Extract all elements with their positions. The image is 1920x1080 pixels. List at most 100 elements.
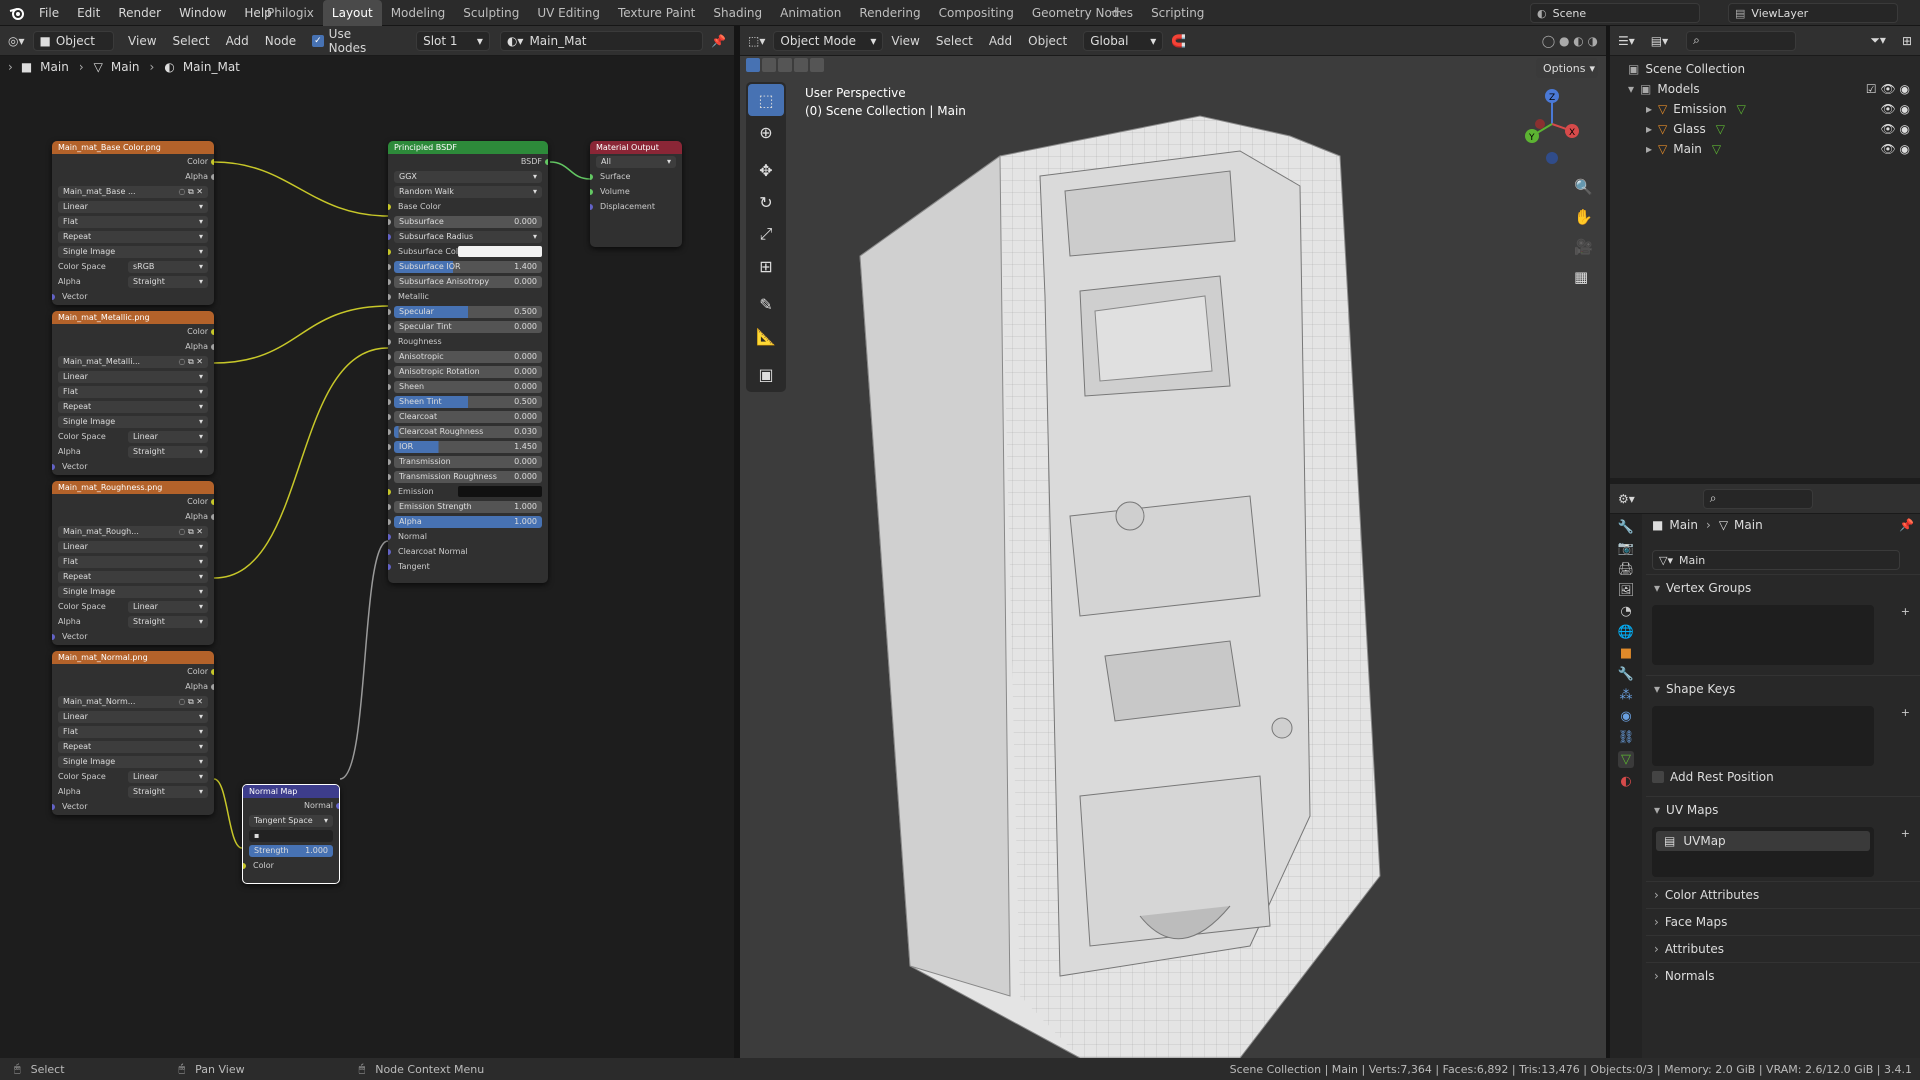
list-box[interactable] <box>1652 706 1874 766</box>
input-dropdown[interactable]: Subsurface Radius ▾ <box>394 230 542 243</box>
zoom-icon[interactable]: 🔍 <box>1574 178 1593 196</box>
rotate-tool[interactable]: ↻ <box>748 186 784 218</box>
color-output-socket[interactable] <box>211 158 214 165</box>
input-socket[interactable] <box>388 353 391 360</box>
list-box[interactable]: ▤ UVMap <box>1652 827 1874 877</box>
input-slider[interactable]: Subsurface IOR 1.400 <box>394 260 542 273</box>
normal-output-socket[interactable] <box>336 802 339 809</box>
select-mode-icons[interactable] <box>746 58 824 72</box>
add-item-icon[interactable]: + <box>1901 827 1910 840</box>
camera-icon[interactable]: 🎥 <box>1574 238 1593 256</box>
workspace-tab-shading[interactable]: Shading <box>704 0 771 26</box>
list-box[interactable] <box>1652 605 1874 665</box>
object-tab-icon[interactable]: ■ <box>1620 646 1632 661</box>
input-slider[interactable]: Clearcoat Roughness 0.030 <box>394 425 542 438</box>
input-socket[interactable] <box>388 443 391 450</box>
interpolation-dropdown[interactable]: Linear ▾ <box>58 200 208 213</box>
panel-header[interactable]: ▾ Shape Keys <box>1646 676 1920 702</box>
input-slider[interactable]: Anisotropic 0.000 <box>394 350 542 363</box>
color-swatch[interactable] <box>458 486 542 497</box>
image-texture-node[interactable]: Main_mat_Roughness.png Color Alpha Main_mat… <box>52 481 214 645</box>
extension-dropdown[interactable]: Repeat ▾ <box>58 230 208 243</box>
input-socket[interactable] <box>388 488 391 495</box>
input-slider[interactable]: Transmission Roughness 0.000 <box>394 470 542 483</box>
color-output-socket[interactable] <box>211 328 214 335</box>
transform-tool[interactable]: ⊞ <box>748 250 784 282</box>
editor-type-icon[interactable]: ☰▾ <box>1610 34 1643 48</box>
vp-menu-add[interactable]: Add <box>981 34 1020 48</box>
alpha-mode-dropdown[interactable]: Straight ▾ <box>128 275 208 288</box>
orientation-selector[interactable]: Global ▾ <box>1083 30 1164 51</box>
workspace-tab-compositing[interactable]: Compositing <box>930 0 1023 26</box>
vp-menu-view[interactable]: View <box>883 34 927 48</box>
pin-icon[interactable]: 📌 <box>1899 518 1914 532</box>
workspace-tab-animation[interactable]: Animation <box>771 0 850 26</box>
outliner-search[interactable]: ⌕ <box>1686 30 1797 51</box>
color-output-socket[interactable] <box>211 498 214 505</box>
scene-selector[interactable]: ◐ Scene <box>1530 3 1700 23</box>
vector-input-socket[interactable] <box>52 803 55 810</box>
shading-mode-icons[interactable]: ◯ ● ◐ ◑ <box>1534 34 1606 48</box>
material-tab-icon[interactable]: ◐ <box>1620 774 1631 789</box>
add-workspace-icon[interactable]: + <box>1110 4 1122 20</box>
panel-header[interactable]: › Normals <box>1646 963 1920 989</box>
image-texture-node[interactable]: Main_mat_Normal.png Color Alpha Main_mat_No… <box>52 651 214 815</box>
input-slider[interactable]: Anisotropic Rotation 0.000 <box>394 365 542 378</box>
input-socket[interactable] <box>388 338 391 345</box>
properties-editor[interactable]: ⚙▾ ⌕ 🔧 📷 🖨 🖼 ◔ 🌐 ■ 🔧 ⁂ ◉ ⛓ ▽ ◐ ■ Main › ▽ M… <box>1610 484 1920 1058</box>
alpha-output-socket[interactable] <box>211 683 214 690</box>
outliner-root[interactable]: ▣ Scene Collection <box>1628 62 1745 76</box>
visibility-icons[interactable]: ☑ 👁 ◉ <box>1866 82 1910 96</box>
principled-bsdf-node[interactable]: Principled BSDF BSDF GGX ▾ Random Walk ▾ B… <box>388 141 548 583</box>
render-tab-icon[interactable]: 📷 <box>1618 541 1634 556</box>
display-mode-icon[interactable]: ▤▾ <box>1643 34 1676 48</box>
chevron-right-icon[interactable]: ▸ <box>1646 102 1652 116</box>
view-layer-tab-icon[interactable]: 🖼 <box>1618 583 1635 598</box>
interpolation-dropdown[interactable]: Linear ▾ <box>58 710 208 723</box>
chevron-down-icon[interactable]: ▾ <box>1628 82 1634 96</box>
input-slider[interactable]: Emission Strength 1.000 <box>394 500 542 513</box>
vp-menu-object[interactable]: Object <box>1020 34 1075 48</box>
input-socket[interactable] <box>388 503 391 510</box>
input-socket[interactable] <box>388 398 391 405</box>
move-tool[interactable]: ✥ <box>748 154 784 186</box>
input-socket[interactable] <box>388 518 391 525</box>
constraints-tab-icon[interactable]: ⛓ <box>1618 730 1635 745</box>
colorspace-dropdown[interactable]: sRGB ▾ <box>128 260 208 273</box>
world-tab-icon[interactable]: 🌐 <box>1618 625 1634 640</box>
panel-header[interactable]: ▾ Vertex Groups <box>1646 575 1920 601</box>
image-selector[interactable]: Main_mat_Rough... ◌ ⧉ ✕ <box>58 525 208 538</box>
subsurface-method-dropdown[interactable]: Random Walk ▾ <box>394 185 542 198</box>
input-socket[interactable] <box>388 473 391 480</box>
3d-viewport[interactable]: ⬚▾ Object Mode ▾ View Select Add Object G… <box>740 26 1606 1058</box>
visibility-icons[interactable]: 👁 ◉ <box>1880 142 1910 156</box>
color-swatch[interactable] <box>458 246 542 257</box>
input-slider[interactable]: Subsurface Anisotropy 0.000 <box>394 275 542 288</box>
projection-dropdown[interactable]: Flat ▾ <box>58 555 208 568</box>
input-socket[interactable] <box>388 233 391 240</box>
menu-window[interactable]: Window <box>170 0 235 26</box>
new-collection-icon[interactable]: ⊞ <box>1894 34 1920 48</box>
input-slider[interactable]: Clearcoat 0.000 <box>394 410 542 423</box>
input-socket[interactable] <box>388 548 391 555</box>
bsdf-output-socket[interactable] <box>545 158 548 165</box>
colorspace-dropdown[interactable]: Linear ▾ <box>128 770 208 783</box>
input-socket[interactable] <box>388 308 391 315</box>
input-socket[interactable] <box>388 368 391 375</box>
material-output-node[interactable]: Material Output All ▾ Surface Volume Disp… <box>590 141 682 247</box>
visibility-icons[interactable]: 👁 ◉ <box>1880 122 1910 136</box>
projection-dropdown[interactable]: Flat ▾ <box>58 725 208 738</box>
image-texture-node[interactable]: Main_mat_Metallic.png Color Alpha Main_mat_… <box>52 311 214 475</box>
alpha-output-socket[interactable] <box>211 343 214 350</box>
input-socket[interactable] <box>388 413 391 420</box>
vector-input-socket[interactable] <box>52 463 55 470</box>
source-dropdown[interactable]: Single Image ▾ <box>58 245 208 258</box>
input-socket[interactable] <box>388 248 391 255</box>
input-socket[interactable] <box>388 293 391 300</box>
input-socket[interactable] <box>388 563 391 570</box>
colorspace-dropdown[interactable]: Linear ▾ <box>128 430 208 443</box>
snap-icon[interactable]: 🧲 <box>1163 34 1194 48</box>
source-dropdown[interactable]: Single Image ▾ <box>58 585 208 598</box>
image-texture-node[interactable]: Main_mat_Base Color.png Color Alpha Main_ma… <box>52 141 214 305</box>
workspace-tab-uv-editing[interactable]: UV Editing <box>528 0 609 26</box>
